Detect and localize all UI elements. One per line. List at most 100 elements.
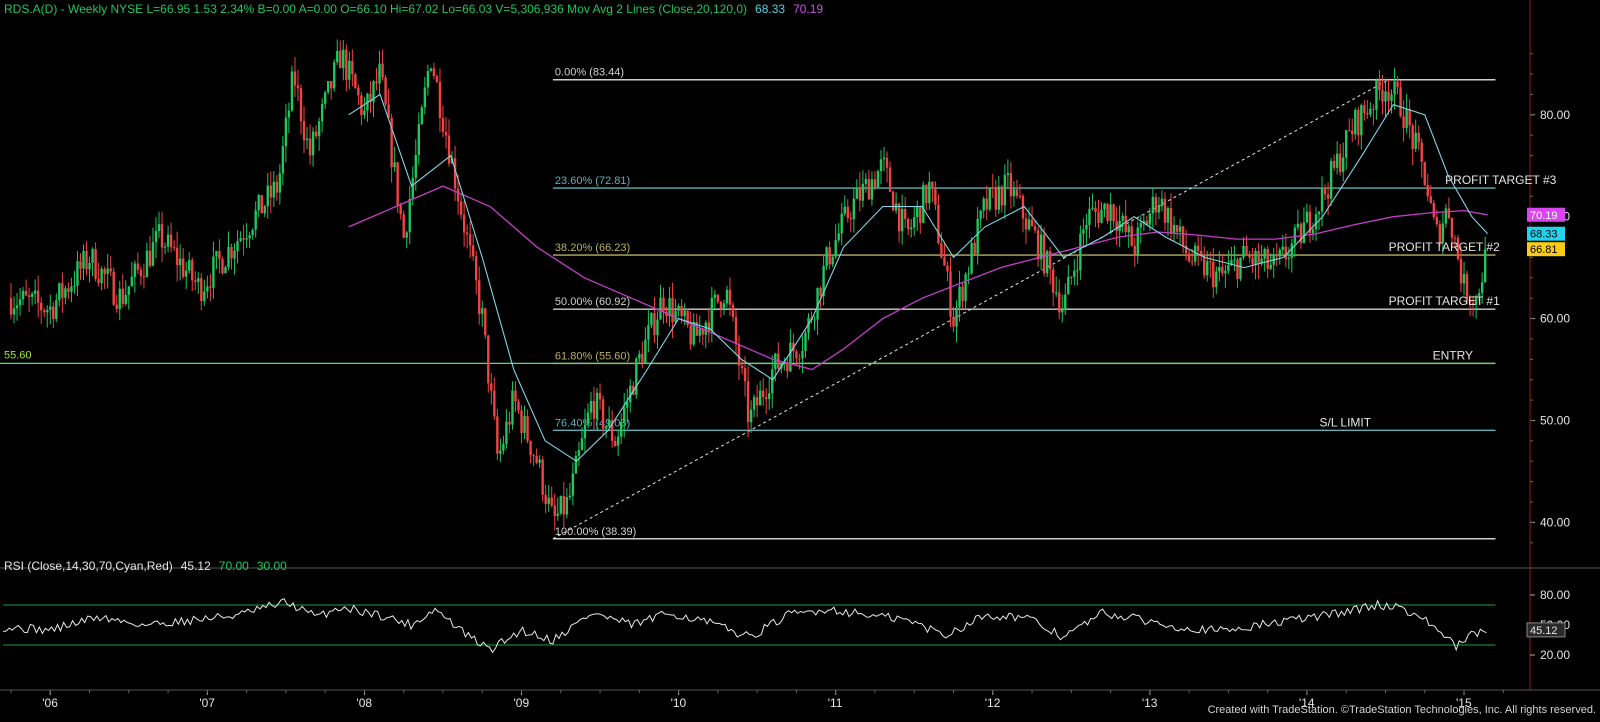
candle-body xyxy=(1290,243,1294,258)
candle-body xyxy=(308,138,312,156)
price-tick-label: 60.00 xyxy=(1540,312,1570,326)
candle-body xyxy=(1387,91,1390,102)
candle-body xyxy=(459,201,463,215)
price-tick-label: 40.00 xyxy=(1540,515,1570,529)
candle-body xyxy=(556,513,559,516)
candle-body xyxy=(76,261,79,286)
candle-body xyxy=(532,455,535,457)
candle-body xyxy=(906,218,910,230)
candle-body xyxy=(1296,223,1300,228)
candle-body xyxy=(653,313,656,336)
candle-body xyxy=(1329,161,1333,199)
candle-body xyxy=(607,420,611,427)
candle-body xyxy=(61,283,64,298)
candle-body xyxy=(1278,249,1281,257)
candle-body xyxy=(15,305,19,309)
candle-body xyxy=(1151,197,1155,214)
candle-body xyxy=(638,353,641,359)
target-annotation: PROFIT TARGET #3 xyxy=(1445,173,1556,187)
candle-body xyxy=(1227,264,1230,271)
candle-body xyxy=(1121,215,1124,221)
time-tick-label: '08 xyxy=(356,696,372,710)
candle-body xyxy=(1133,245,1136,255)
candle-body xyxy=(1148,213,1152,225)
fib-level-label: 100.00% (38.39) xyxy=(555,526,636,538)
time-tick-label: '13 xyxy=(1142,696,1158,710)
candle-body xyxy=(363,110,366,116)
candle-body xyxy=(1212,261,1215,288)
candle-body xyxy=(381,63,384,78)
candle-body xyxy=(1136,227,1139,255)
candle-body xyxy=(677,305,680,311)
candle-body xyxy=(478,280,481,314)
candle-body xyxy=(526,416,529,442)
candle-body xyxy=(151,242,155,266)
candle-body xyxy=(761,390,765,398)
candle-body xyxy=(1061,309,1064,313)
price-badge-label: 68.33 xyxy=(1530,229,1558,241)
candle-body xyxy=(1357,109,1360,136)
candle-body xyxy=(1405,109,1408,128)
candle-body xyxy=(1483,249,1487,283)
candle-body xyxy=(1042,234,1046,274)
candle-body xyxy=(484,308,487,336)
candle-body xyxy=(722,303,726,310)
rsi-header-segment: 30.00 xyxy=(257,559,287,573)
rsi-header-segment: 45.12 xyxy=(181,559,211,573)
candle-body xyxy=(946,265,949,272)
candle-body xyxy=(336,50,339,63)
candle-body xyxy=(991,187,994,189)
candle-body xyxy=(1453,237,1457,239)
candle-body xyxy=(224,267,227,274)
candle-body xyxy=(508,421,511,425)
candle-body xyxy=(1051,269,1055,293)
candle-body xyxy=(973,242,976,254)
candle-body xyxy=(967,273,970,275)
rsi-tick-label: 80.00 xyxy=(1540,588,1570,602)
candle-body xyxy=(620,421,623,437)
candle-body xyxy=(535,455,538,463)
candle-body xyxy=(855,187,859,199)
candle-body xyxy=(1027,219,1031,230)
candle-body xyxy=(1354,109,1357,135)
candle-body xyxy=(1100,209,1103,223)
candle-body xyxy=(958,286,961,308)
time-tick-label: '07 xyxy=(199,696,215,710)
candle-body xyxy=(749,409,753,423)
candle-body xyxy=(1348,130,1351,132)
candle-body xyxy=(1000,186,1004,206)
candle-body xyxy=(399,205,402,215)
candle-body xyxy=(305,138,309,141)
candle-body xyxy=(1444,208,1448,224)
candle-body xyxy=(837,233,840,241)
candle-body xyxy=(831,256,834,265)
candle-body xyxy=(1064,294,1067,310)
candle-body xyxy=(67,288,70,292)
candle-body xyxy=(1193,245,1197,262)
candle-body xyxy=(58,283,61,301)
candle-body xyxy=(1399,87,1402,117)
candle-body xyxy=(9,298,13,315)
target-annotation: S/L LIMIT xyxy=(1320,415,1372,429)
candle-body xyxy=(236,241,239,251)
candle-body xyxy=(106,268,109,275)
candle-body xyxy=(870,179,874,200)
candle-body xyxy=(725,289,729,304)
candle-body xyxy=(846,206,849,219)
candle-body xyxy=(1024,218,1028,230)
candle-body xyxy=(1200,250,1203,255)
candle-body xyxy=(40,302,43,311)
candle-body xyxy=(635,358,638,395)
time-tick-label: '10 xyxy=(671,696,687,710)
candle-body xyxy=(819,287,822,297)
candle-body xyxy=(263,206,266,214)
candle-body xyxy=(1079,233,1082,271)
time-tick-label: '06 xyxy=(42,696,58,710)
candle-body xyxy=(1248,255,1251,258)
candle-body xyxy=(683,310,686,317)
candle-body xyxy=(52,306,55,319)
candle-body xyxy=(1323,187,1327,195)
candle-body xyxy=(1305,211,1309,223)
candle-body xyxy=(662,297,665,312)
candle-body xyxy=(423,87,427,108)
